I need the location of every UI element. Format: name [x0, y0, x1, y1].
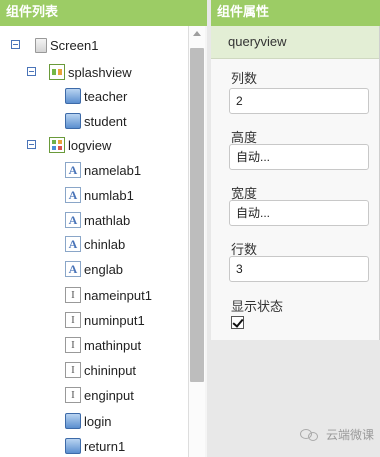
tree-item-label: return1	[84, 438, 126, 454]
scroll-up-arrow-icon[interactable]	[193, 31, 201, 36]
visible-checkbox[interactable]	[231, 316, 244, 329]
tree-item-teacher[interactable]: teacher	[65, 85, 127, 107]
tree-item-label: teacher	[84, 88, 128, 104]
watermark: 云端微课	[299, 426, 374, 443]
tree-item-label: englab	[84, 261, 124, 277]
tree-item-label: logview	[68, 137, 112, 153]
textbox-icon: I	[65, 387, 81, 403]
button-icon	[65, 88, 81, 104]
tree-item-chininput[interactable]: I chininput	[65, 359, 136, 381]
watermark-text: 云端微课	[325, 428, 374, 442]
collapse-toggle-logview[interactable]	[27, 140, 36, 149]
tree-item-student[interactable]: student	[65, 110, 127, 132]
tree-item-numlab1[interactable]: A numlab1	[65, 184, 134, 206]
properties-panel: 组件属性 queryview 列数 2 高度 自动... 宽度 自动... 行数…	[211, 0, 380, 457]
table-arrangement-icon	[49, 137, 65, 153]
button-icon	[65, 438, 81, 454]
wechat-logo-icon	[299, 427, 320, 443]
height-field[interactable]: 自动...	[229, 144, 369, 170]
tree-item-label: namelab1	[84, 162, 142, 178]
horizontal-arrangement-icon	[49, 64, 65, 80]
label-icon: A	[65, 212, 81, 228]
scrollbar-thumb[interactable]	[190, 48, 204, 382]
properties-list: queryview 列数 2 高度 自动... 宽度 自动... 行数 3 显示…	[211, 26, 380, 340]
tree-item-label: login	[84, 413, 112, 429]
textbox-icon: I	[65, 312, 81, 328]
label-icon: A	[65, 236, 81, 252]
tree-item-return1[interactable]: return1	[65, 435, 125, 457]
components-panel: 组件列表 Screen1 splashview teacher student …	[0, 0, 207, 457]
button-icon	[65, 113, 81, 129]
tree-item-label: mathinput	[84, 337, 142, 353]
tree-item-login[interactable]: login	[65, 410, 111, 432]
tree-item-namelab1[interactable]: A namelab1	[65, 159, 141, 181]
tree-item-label: nameinput1	[84, 287, 152, 303]
label-icon: A	[65, 162, 81, 178]
tree-item-screen1[interactable]: Screen1	[35, 34, 98, 56]
tree-item-label: student	[84, 113, 127, 129]
tree-item-logview[interactable]: logview	[49, 134, 111, 156]
button-icon	[65, 413, 81, 429]
tree-item-label: enginput	[84, 387, 134, 403]
rows-input[interactable]: 3	[229, 256, 369, 282]
label-icon: A	[65, 261, 81, 277]
label-icon: A	[65, 187, 81, 203]
tree-item-label: chinlab	[84, 236, 126, 252]
tree-item-label: chininput	[84, 362, 137, 378]
prop-label-visible: 显示状态	[231, 299, 284, 314]
screen-icon	[35, 37, 47, 53]
collapse-toggle-splashview[interactable]	[27, 67, 36, 76]
textbox-icon: I	[65, 287, 81, 303]
selected-component-name: queryview	[211, 26, 379, 59]
tree-item-mathinput[interactable]: I mathinput	[65, 334, 141, 356]
tree-item-nameinput1[interactable]: I nameinput1	[65, 284, 152, 306]
prop-label-columns: 列数	[231, 71, 258, 86]
columns-input[interactable]: 2	[229, 88, 369, 114]
tree-item-label: numlab1	[84, 187, 134, 203]
tree-item-englab[interactable]: A englab	[65, 258, 123, 280]
width-field[interactable]: 自动...	[229, 200, 369, 226]
tree-item-label: Screen1	[50, 37, 99, 53]
properties-panel-title: 组件属性	[211, 0, 380, 26]
tree-scrollbar[interactable]	[188, 26, 205, 457]
tree-item-label: numinput1	[84, 312, 145, 328]
collapse-toggle-screen1[interactable]	[11, 40, 20, 49]
tree-item-splashview[interactable]: splashview	[49, 61, 132, 83]
textbox-icon: I	[65, 337, 81, 353]
tree-item-label: splashview	[68, 64, 132, 80]
tree-item-label: mathlab	[84, 212, 131, 228]
tree-item-numinput1[interactable]: I numinput1	[65, 309, 145, 331]
tree-item-chinlab[interactable]: A chinlab	[65, 233, 125, 255]
textbox-icon: I	[65, 362, 81, 378]
component-tree: Screen1 splashview teacher student logvi…	[0, 26, 188, 457]
components-panel-title: 组件列表	[0, 0, 207, 26]
tree-item-mathlab[interactable]: A mathlab	[65, 209, 130, 231]
tree-item-enginput[interactable]: I enginput	[65, 384, 134, 406]
